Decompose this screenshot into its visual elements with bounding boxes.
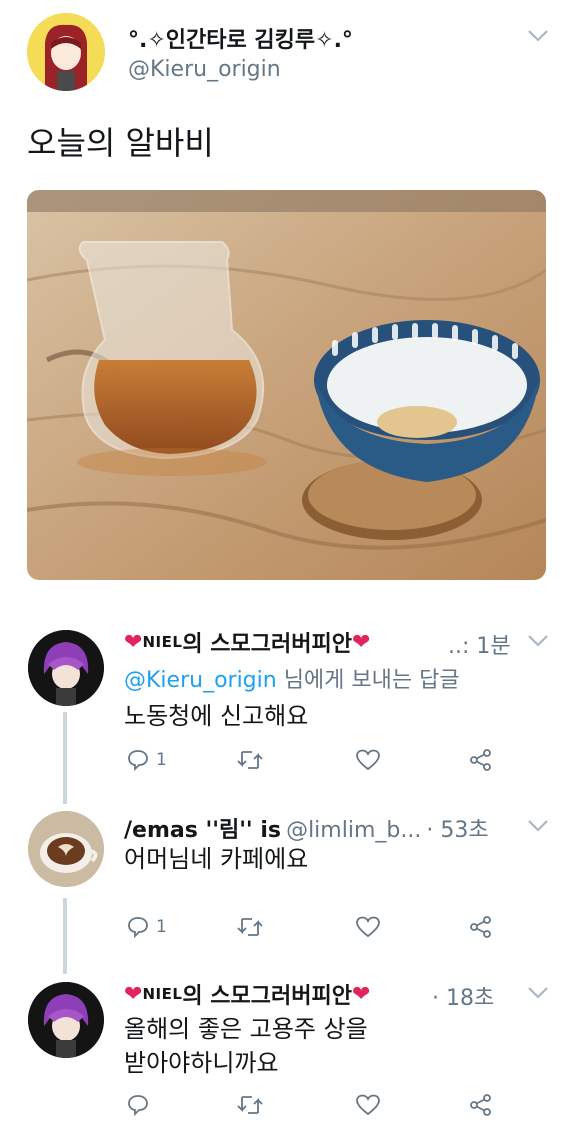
- reply-text: 어머님네 카페에요: [124, 845, 309, 873]
- reply-icon: [128, 917, 148, 939]
- retweet-button[interactable]: [236, 748, 264, 772]
- replying-to: @Kieru_origin 님에게 보내는 답글: [124, 668, 460, 693]
- retweet-icon: [237, 1096, 263, 1114]
- chevron-down-icon: [528, 30, 548, 42]
- thread-line-2: [63, 898, 67, 974]
- reply-icon: [128, 750, 148, 772]
- reply-avatar[interactable]: [28, 811, 104, 887]
- reply-avatar[interactable]: [28, 982, 104, 1058]
- heart-sparkle-icon: ❤: [351, 629, 371, 655]
- reply-author-name[interactable]: ❤ NIEL 의 스모그러버피안 ❤: [124, 626, 370, 658]
- reply-timestamp[interactable]: · 18초: [432, 980, 494, 1012]
- reply-text-line-1: 올해의 좋은 고용주 상을: [124, 1015, 368, 1043]
- more-options-button[interactable]: [527, 28, 549, 47]
- author-display-name[interactable]: °.✧인간타로 김킹루✧.°: [128, 22, 353, 54]
- heart-icon: [356, 749, 380, 771]
- share-icon: [470, 749, 491, 771]
- name-tag: NIEL: [142, 985, 183, 1003]
- heart-icon: [356, 1094, 380, 1116]
- share-button[interactable]: [468, 1093, 494, 1117]
- share-icon: [470, 1094, 491, 1116]
- reply-count: 1: [156, 750, 167, 770]
- heart-sparkle-icon: ❤: [124, 629, 143, 655]
- more-options-button[interactable]: [527, 818, 549, 837]
- heart-sparkle-icon: ❤: [124, 981, 143, 1007]
- retweet-icon: [237, 751, 263, 769]
- name-tag: NIEL: [142, 633, 183, 651]
- author-handle[interactable]: @Kieru_origin: [128, 57, 281, 82]
- reply-button[interactable]: 1: [126, 748, 167, 772]
- chevron-down-icon: [528, 635, 548, 647]
- more-options-button[interactable]: [527, 985, 549, 1004]
- reply-avatar[interactable]: [28, 630, 104, 706]
- reply-button[interactable]: 1: [126, 915, 167, 939]
- like-button[interactable]: [355, 915, 381, 939]
- reply-to-handle-link[interactable]: @Kieru_origin: [124, 668, 277, 693]
- share-button[interactable]: [468, 915, 494, 939]
- share-button[interactable]: [468, 748, 494, 772]
- like-button[interactable]: [355, 1093, 381, 1117]
- chevron-down-icon: [528, 820, 548, 832]
- reply-text: 노동청에 신고해요: [124, 702, 309, 730]
- tweet-photo[interactable]: [27, 190, 546, 580]
- reply-timestamp[interactable]: · 53초: [426, 818, 488, 843]
- share-icon: [470, 916, 491, 938]
- author-avatar[interactable]: [27, 13, 105, 91]
- tweet-text: 오늘의 알바비: [27, 124, 214, 162]
- reply-author-name-text: 의 스모그러버피안: [182, 632, 352, 657]
- thread-line-1: [63, 712, 67, 804]
- retweet-button[interactable]: [236, 915, 264, 939]
- heart-sparkle-icon: ❤: [351, 981, 371, 1007]
- reply-icon: [128, 1095, 148, 1117]
- reply-text-line-2: 받아야하니까요: [124, 1049, 279, 1077]
- like-button[interactable]: [355, 748, 381, 772]
- reply-author-name-text: 의 스모그러버피안: [182, 984, 352, 1009]
- retweet-button[interactable]: [236, 1093, 264, 1117]
- retweet-icon: [237, 918, 263, 936]
- reply-button[interactable]: [126, 1093, 150, 1117]
- heart-icon: [356, 916, 380, 938]
- reply-author-name[interactable]: ❤ NIEL 의 스모그러버피안 ❤: [124, 978, 370, 1010]
- more-options-button[interactable]: [527, 633, 549, 652]
- reply-count: 1: [156, 917, 167, 937]
- reply-timestamp[interactable]: ..: 1분: [448, 628, 511, 660]
- chevron-down-icon: [528, 987, 548, 999]
